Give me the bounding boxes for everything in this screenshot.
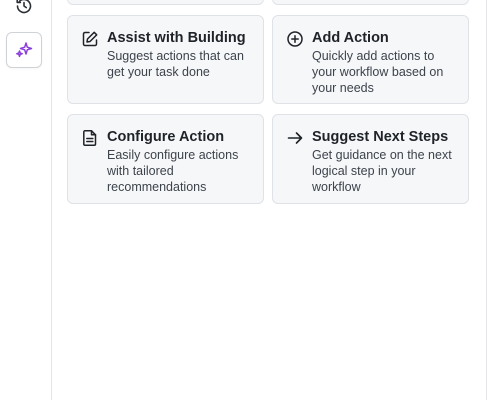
card-title: Configure Action	[107, 129, 225, 145]
card-description: Easily configure actions with tailored r…	[107, 148, 239, 194]
card-assist-with-building[interactable]: Assist with Building Suggest actions tha…	[67, 15, 264, 104]
suggestions-area: Assist with Building Suggest actions tha…	[52, 0, 486, 400]
history-icon[interactable]	[6, 0, 42, 24]
card-title: Add Action	[312, 30, 389, 46]
previous-card-right[interactable]	[272, 0, 469, 5]
card-add-action[interactable]: Add Action Quickly add actions to your w…	[272, 15, 469, 104]
copilot-sparkle-icon[interactable]	[6, 32, 42, 68]
card-title: Assist with Building	[107, 30, 246, 46]
card-title: Suggest Next Steps	[312, 129, 449, 145]
document-icon	[80, 128, 100, 148]
card-description: Quickly add actions to your workflow bas…	[312, 49, 444, 95]
left-sidebar	[0, 0, 52, 400]
previous-card-left[interactable]	[67, 0, 264, 5]
card-configure-action[interactable]: Configure Action Easily configure action…	[67, 114, 264, 204]
edit-square-icon	[80, 29, 100, 49]
card-description: Get guidance on the next logical step in…	[312, 148, 452, 194]
copilot-panel: Assist with Building Suggest actions tha…	[0, 0, 495, 400]
right-panel-edge	[486, 0, 495, 400]
card-suggest-next-steps[interactable]: Suggest Next Steps Get guidance on the n…	[272, 114, 469, 204]
plus-circle-icon	[285, 29, 305, 49]
arrow-right-icon	[285, 128, 305, 148]
card-description: Suggest actions that can get your task d…	[107, 49, 244, 79]
